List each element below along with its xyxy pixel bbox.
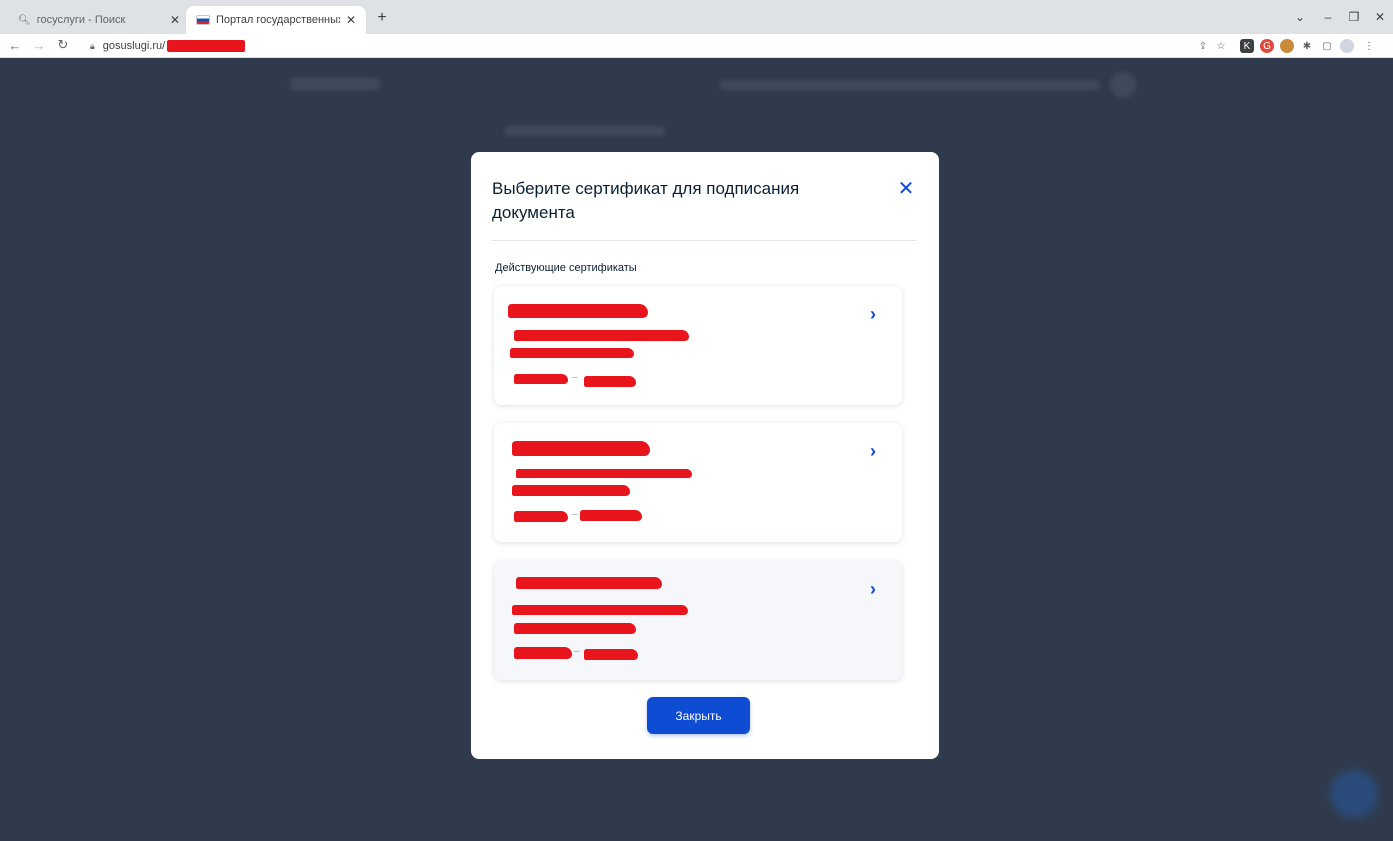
gosuslugi-favicon-icon <box>196 15 210 25</box>
extension-avatar-icon[interactable] <box>1280 39 1294 53</box>
blurred-chat-button <box>1330 770 1378 818</box>
address-bar[interactable]: 🔒︎ gosuslugi.ru/ <box>90 36 1170 56</box>
tab-search[interactable]: 🔍︎ госуслуги - Поиск ✕ <box>8 6 190 34</box>
redacted-valid-from <box>514 511 568 522</box>
redacted-valid-to <box>584 649 638 660</box>
search-icon: 🔍︎ <box>18 14 31 26</box>
certificate-card[interactable]: › – <box>494 286 902 405</box>
redacted-issuer <box>514 330 689 341</box>
blurred-logo <box>290 78 380 90</box>
section-label: Действующие сертификаты <box>495 262 637 274</box>
window-close-icon[interactable]: ✕ <box>1367 6 1393 28</box>
redacted-issuer-line2 <box>514 623 636 634</box>
redacted-valid-to <box>584 376 636 387</box>
chevron-right-icon: › <box>870 579 876 599</box>
redacted-issuer <box>516 469 692 478</box>
redacted-owner-name <box>516 577 662 589</box>
close-button[interactable]: Закрыть <box>647 697 750 734</box>
blurred-breadcrumb <box>505 126 665 136</box>
side-panel-icon[interactable]: ▢ <box>1320 39 1334 53</box>
divider <box>492 240 916 241</box>
url-redaction <box>167 40 246 52</box>
blurred-nav <box>720 80 1100 90</box>
certificate-card[interactable]: › – <box>494 561 902 680</box>
tab-gosuslugi[interactable]: Портал государственных услуг ✕ <box>186 6 366 34</box>
close-icon[interactable]: ✕ <box>895 178 917 200</box>
date-separator: – <box>574 646 580 657</box>
share-icon[interactable]: ⇪ <box>1196 39 1210 53</box>
extensions-puzzle-icon[interactable]: ✱ <box>1300 39 1314 53</box>
tab-title: Портал государственных услуг <box>216 14 340 26</box>
redacted-issuer <box>512 605 688 615</box>
date-separator: – <box>572 509 578 520</box>
redacted-issuer-line2 <box>510 348 634 358</box>
browser-tabstrip: 🔍︎ госуслуги - Поиск ✕ Портал государств… <box>0 0 1393 34</box>
browser-menu-icon[interactable]: ⋮ <box>1362 39 1376 53</box>
blurred-avatar <box>1110 72 1136 98</box>
redacted-owner-name <box>508 304 648 318</box>
redacted-owner-name <box>512 441 650 456</box>
redacted-valid-from <box>514 374 568 384</box>
certificate-select-dialog: Выберите сертификат для подписания докум… <box>471 152 939 759</box>
new-tab-icon[interactable]: + <box>372 8 392 28</box>
tab-title: госуслуги - Поиск <box>36 14 126 26</box>
redacted-valid-from <box>514 647 572 659</box>
url-text: gosuslugi.ru/ <box>102 40 166 52</box>
lock-icon: 🔒︎ <box>90 40 95 51</box>
profile-avatar-icon[interactable] <box>1340 39 1354 53</box>
tab-search-dropdown-icon[interactable]: ⌄ <box>1287 6 1313 28</box>
minimize-icon[interactable]: – <box>1315 6 1341 28</box>
extension-k-icon[interactable]: K <box>1240 39 1254 53</box>
chevron-right-icon: › <box>870 441 876 461</box>
redacted-valid-to <box>580 510 642 521</box>
forward-icon[interactable]: → <box>30 36 48 54</box>
redacted-issuer-line2 <box>512 485 630 496</box>
extension-red-icon[interactable]: G <box>1260 39 1274 53</box>
bookmark-star-icon[interactable]: ☆ <box>1214 39 1228 53</box>
date-separator: – <box>572 372 578 383</box>
dialog-title: Выберите сертификат для подписания докум… <box>492 179 800 222</box>
tab-close-icon[interactable]: ✕ <box>346 13 356 27</box>
certificate-card[interactable]: › – <box>494 423 902 542</box>
restore-icon[interactable]: ❐ <box>1341 6 1367 28</box>
browser-toolbar: ← → ↻ 🔒︎ gosuslugi.ru/ ⇪ ☆ K G ✱ ▢ ⋮ <box>0 34 1393 58</box>
reload-icon[interactable]: ↻ <box>54 36 72 54</box>
back-icon[interactable]: ← <box>6 36 24 54</box>
chevron-right-icon: › <box>870 304 876 324</box>
tab-close-icon[interactable]: ✕ <box>170 13 180 27</box>
